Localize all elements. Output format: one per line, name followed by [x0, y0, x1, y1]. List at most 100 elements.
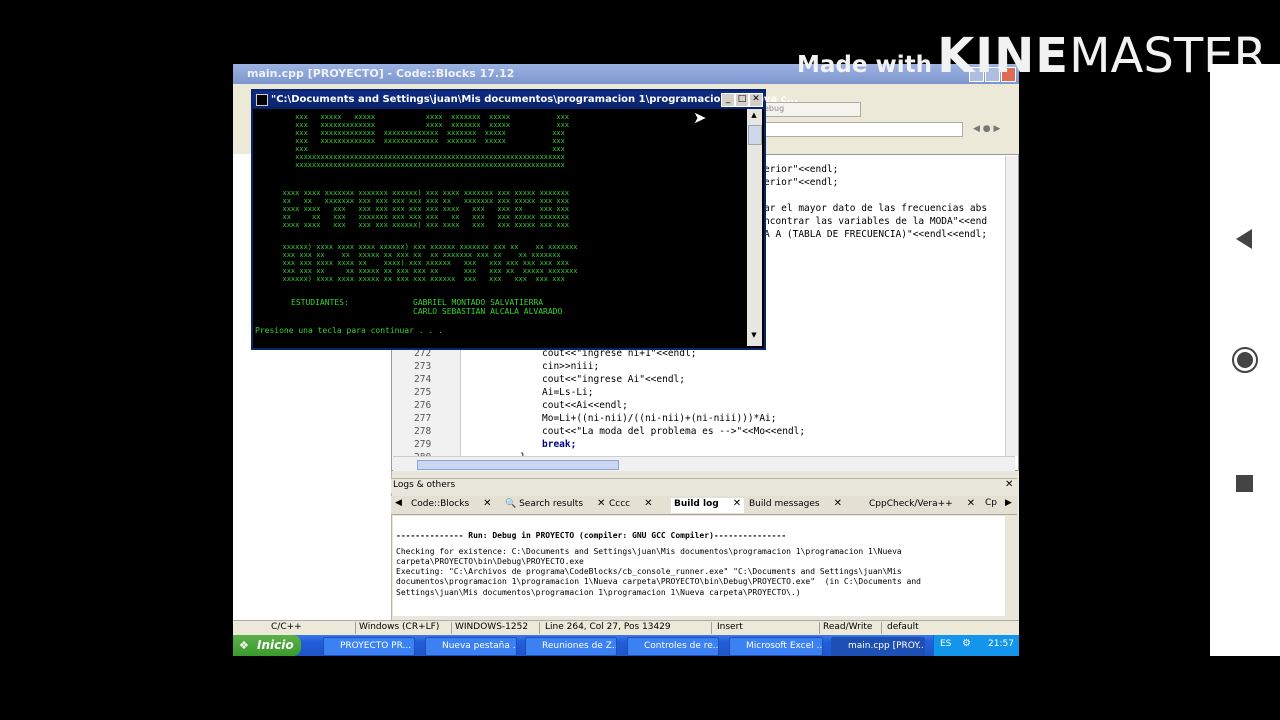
tab-label: Build log: [674, 499, 719, 509]
taskbar-item[interactable]: PROYECTO PR...: [323, 637, 415, 656]
taskbar-item-active[interactable]: main.cpp [PROY...: [831, 637, 925, 656]
log-line: Executing: "C:\Archivos de programa\Code…: [396, 567, 902, 576]
code-line: break;: [542, 439, 577, 450]
home-icon[interactable]: [1232, 347, 1258, 373]
status-encoding: WINDOWS-1252: [455, 622, 529, 632]
console-art-line: xxxx xxxx xxx xxx xxx xxx xxx xxx xxxx x…: [253, 205, 570, 213]
tab-search-results[interactable]: 🔍 Search results ✕: [505, 498, 605, 513]
taskbar-item[interactable]: Controles de re...: [627, 637, 719, 656]
tab-scroll-left-icon[interactable]: ◀: [395, 498, 402, 513]
code-line: cout<<Ai<<endl;: [542, 400, 628, 411]
divider: [539, 622, 540, 634]
back-icon[interactable]: [1234, 228, 1254, 250]
console-art-line: xxx xxx xx xx xxxxx xx xxx xx xx xxxxxxx…: [253, 251, 561, 259]
close-icon[interactable]: ✕: [597, 498, 605, 509]
start-label: Inicio: [257, 638, 294, 652]
close-icon[interactable]: ✕: [749, 93, 763, 107]
console-art-line: xxxxxx) xxxx xxxx xxxxx xx xxx xxx xxxxx…: [253, 275, 565, 283]
close-icon[interactable]: ✕: [483, 498, 491, 509]
build-log-output[interactable]: -------------- Run: Debug in PROYECTO (c…: [393, 516, 1005, 616]
maximize-icon[interactable]: □: [735, 93, 749, 107]
log-line: documentos\programacion 1\programacion 1…: [396, 577, 921, 586]
close-icon[interactable]: ✕: [967, 498, 975, 509]
log-line: Settings\juan\Mis documentos\programacio…: [396, 588, 801, 597]
system-tray: ES ⚙ 21:57: [933, 635, 1019, 656]
android-navigation-bar: [1210, 64, 1280, 656]
codeblocks-title: main.cpp [PROYECTO] - Code::Blocks 17.12: [247, 67, 515, 80]
taskbar-item[interactable]: Microsoft Excel ...: [729, 637, 823, 656]
console-art-line: xxx xxxxxxxxxxxxx xxxxxxxxxxxxx xxxxxxx …: [253, 129, 565, 137]
language-indicator[interactable]: ES: [940, 639, 951, 649]
line-number: 279: [414, 439, 432, 450]
recents-icon[interactable]: [1236, 475, 1253, 492]
line-number: 273: [414, 361, 432, 372]
scroll-down-icon[interactable]: ▼: [749, 331, 759, 341]
status-bar: C/C++ Windows (CR+LF) WINDOWS-1252 Line …: [233, 620, 1019, 635]
console-art-line: xxxxxxxxxxxxxxxxxxxxxxxxxxxxxxxxxxxxxxxx…: [253, 153, 565, 161]
taskbar-item-label: Controles de re...: [644, 641, 719, 651]
status-language: C/C++: [271, 622, 302, 632]
console-scrollbar[interactable]: ▲ ▼: [747, 109, 762, 346]
clock: 21:57: [988, 639, 1014, 649]
tab-scroll-right-icon[interactable]: ▶: [1005, 498, 1012, 513]
nav-arrows-icon[interactable]: ◀ ● ▶: [973, 124, 1013, 134]
tab-label: Code::Blocks: [411, 499, 470, 509]
network-icon[interactable]: ⚙: [962, 638, 971, 649]
close-icon[interactable]: ✕: [733, 498, 741, 509]
tab-codeblocks[interactable]: Code::Blocks ✕: [411, 498, 492, 513]
taskbar-item-label: Microsoft Excel ...: [746, 641, 823, 651]
taskbar-item[interactable]: Reuniones de Z...: [525, 637, 617, 656]
watermark-prefix: Made with: [797, 52, 932, 78]
kinemaster-watermark: Made with KINEMASTER: [797, 28, 1267, 84]
code-line: cin>>niii;: [542, 361, 600, 372]
editor-vertical-scrollbar[interactable]: [1005, 156, 1018, 456]
status-profile: default: [887, 622, 919, 632]
start-button[interactable]: ❖ Inicio: [233, 635, 301, 656]
function-select[interactable]: [761, 122, 963, 137]
close-icon[interactable]: ✕: [1005, 479, 1013, 490]
scrollbar-thumb[interactable]: [748, 125, 762, 145]
windows-taskbar: ❖ Inicio PROYECTO PR... Nueva pestaña ..…: [233, 635, 1019, 656]
tab-build-log[interactable]: Build log ✕: [671, 498, 745, 513]
tab-label: Cccc: [609, 499, 631, 509]
tab-build-messages[interactable]: Build messages ✕: [749, 498, 842, 513]
taskbar-item-label: PROYECTO PR...: [340, 641, 412, 651]
log-line: carpeta\PROYECTO\bin\Debug\PROYECTO.exe: [396, 557, 584, 566]
logs-header: Logs & others ✕: [391, 478, 1017, 493]
tab-cp[interactable]: Cp: [985, 498, 997, 513]
status-access: Read/Write: [823, 622, 873, 632]
tab-label: CppCheck/Vera++: [869, 499, 953, 509]
console-art-line: xx xx xxx xxxxxxx xxx xxx xxx xx xxx xxx…: [253, 213, 570, 221]
console-art-line: xxx xxx: [253, 145, 565, 153]
status-eol: Windows (CR+LF): [359, 622, 440, 632]
console-art-line: xxx xxx xxxx xxxx xx xxxx) xxx xxxxxx xx…: [253, 259, 570, 267]
console-title-bar[interactable]: "C:\Documents and Settings\juan\Mis docu…: [253, 91, 798, 109]
minimize-icon[interactable]: _: [721, 93, 735, 107]
log-line: Checking for existence: C:\Documents and…: [396, 547, 902, 556]
taskbar-item-label: main.cpp [PROY...: [848, 641, 925, 651]
line-number: 278: [414, 426, 432, 437]
student-name: CARLO SEBASTIAN ALCALA ALVARADO: [413, 307, 563, 316]
divider: [819, 622, 820, 634]
taskbar-item-label: Nueva pestaña ...: [442, 641, 517, 651]
code-line: Mo=Li+((ni-nii)/((ni-nii)+(ni-niii)))*Ai…: [542, 413, 777, 424]
logs-tab-bar: ◀ Code::Blocks ✕ 🔍 Search results ✕ Cccc ✕ …: [391, 496, 1017, 515]
scroll-up-icon[interactable]: ▲: [749, 111, 759, 121]
tab-cppcheck[interactable]: CppCheck/Vera++ ✕: [869, 498, 975, 513]
scrollbar-thumb[interactable]: [417, 460, 619, 470]
editor-horizontal-scrollbar[interactable]: [393, 456, 1015, 471]
students-label: ESTUDIANTES:: [291, 298, 349, 307]
taskbar-item[interactable]: Nueva pestaña ...: [425, 637, 517, 656]
line-number: 275: [414, 387, 432, 398]
divider: [355, 622, 356, 634]
close-icon[interactable]: ✕: [834, 498, 842, 509]
search-icon: 🔍: [505, 499, 517, 509]
watermark-kine: KINE: [937, 28, 1070, 84]
tab-cccc[interactable]: Cccc ✕: [609, 498, 653, 513]
console-art-line: xxxx xxxx xxxxxxx xxxxxxx xxxxxx) xxx xx…: [253, 189, 570, 197]
close-icon[interactable]: ✕: [644, 498, 652, 509]
console-title: "C:\Documents and Settings\juan\Mis docu…: [271, 94, 798, 105]
console-window[interactable]: "C:\Documents and Settings\juan\Mis docu…: [251, 89, 798, 350]
code-fragment-5: A A (TABLA DE FRECUENCIA)"<<endl<<endl;: [764, 229, 988, 240]
console-art-line: xxx xxxxxxxxxxxxx xxxxxxxxxxxxx xxxxxxx …: [253, 137, 565, 145]
